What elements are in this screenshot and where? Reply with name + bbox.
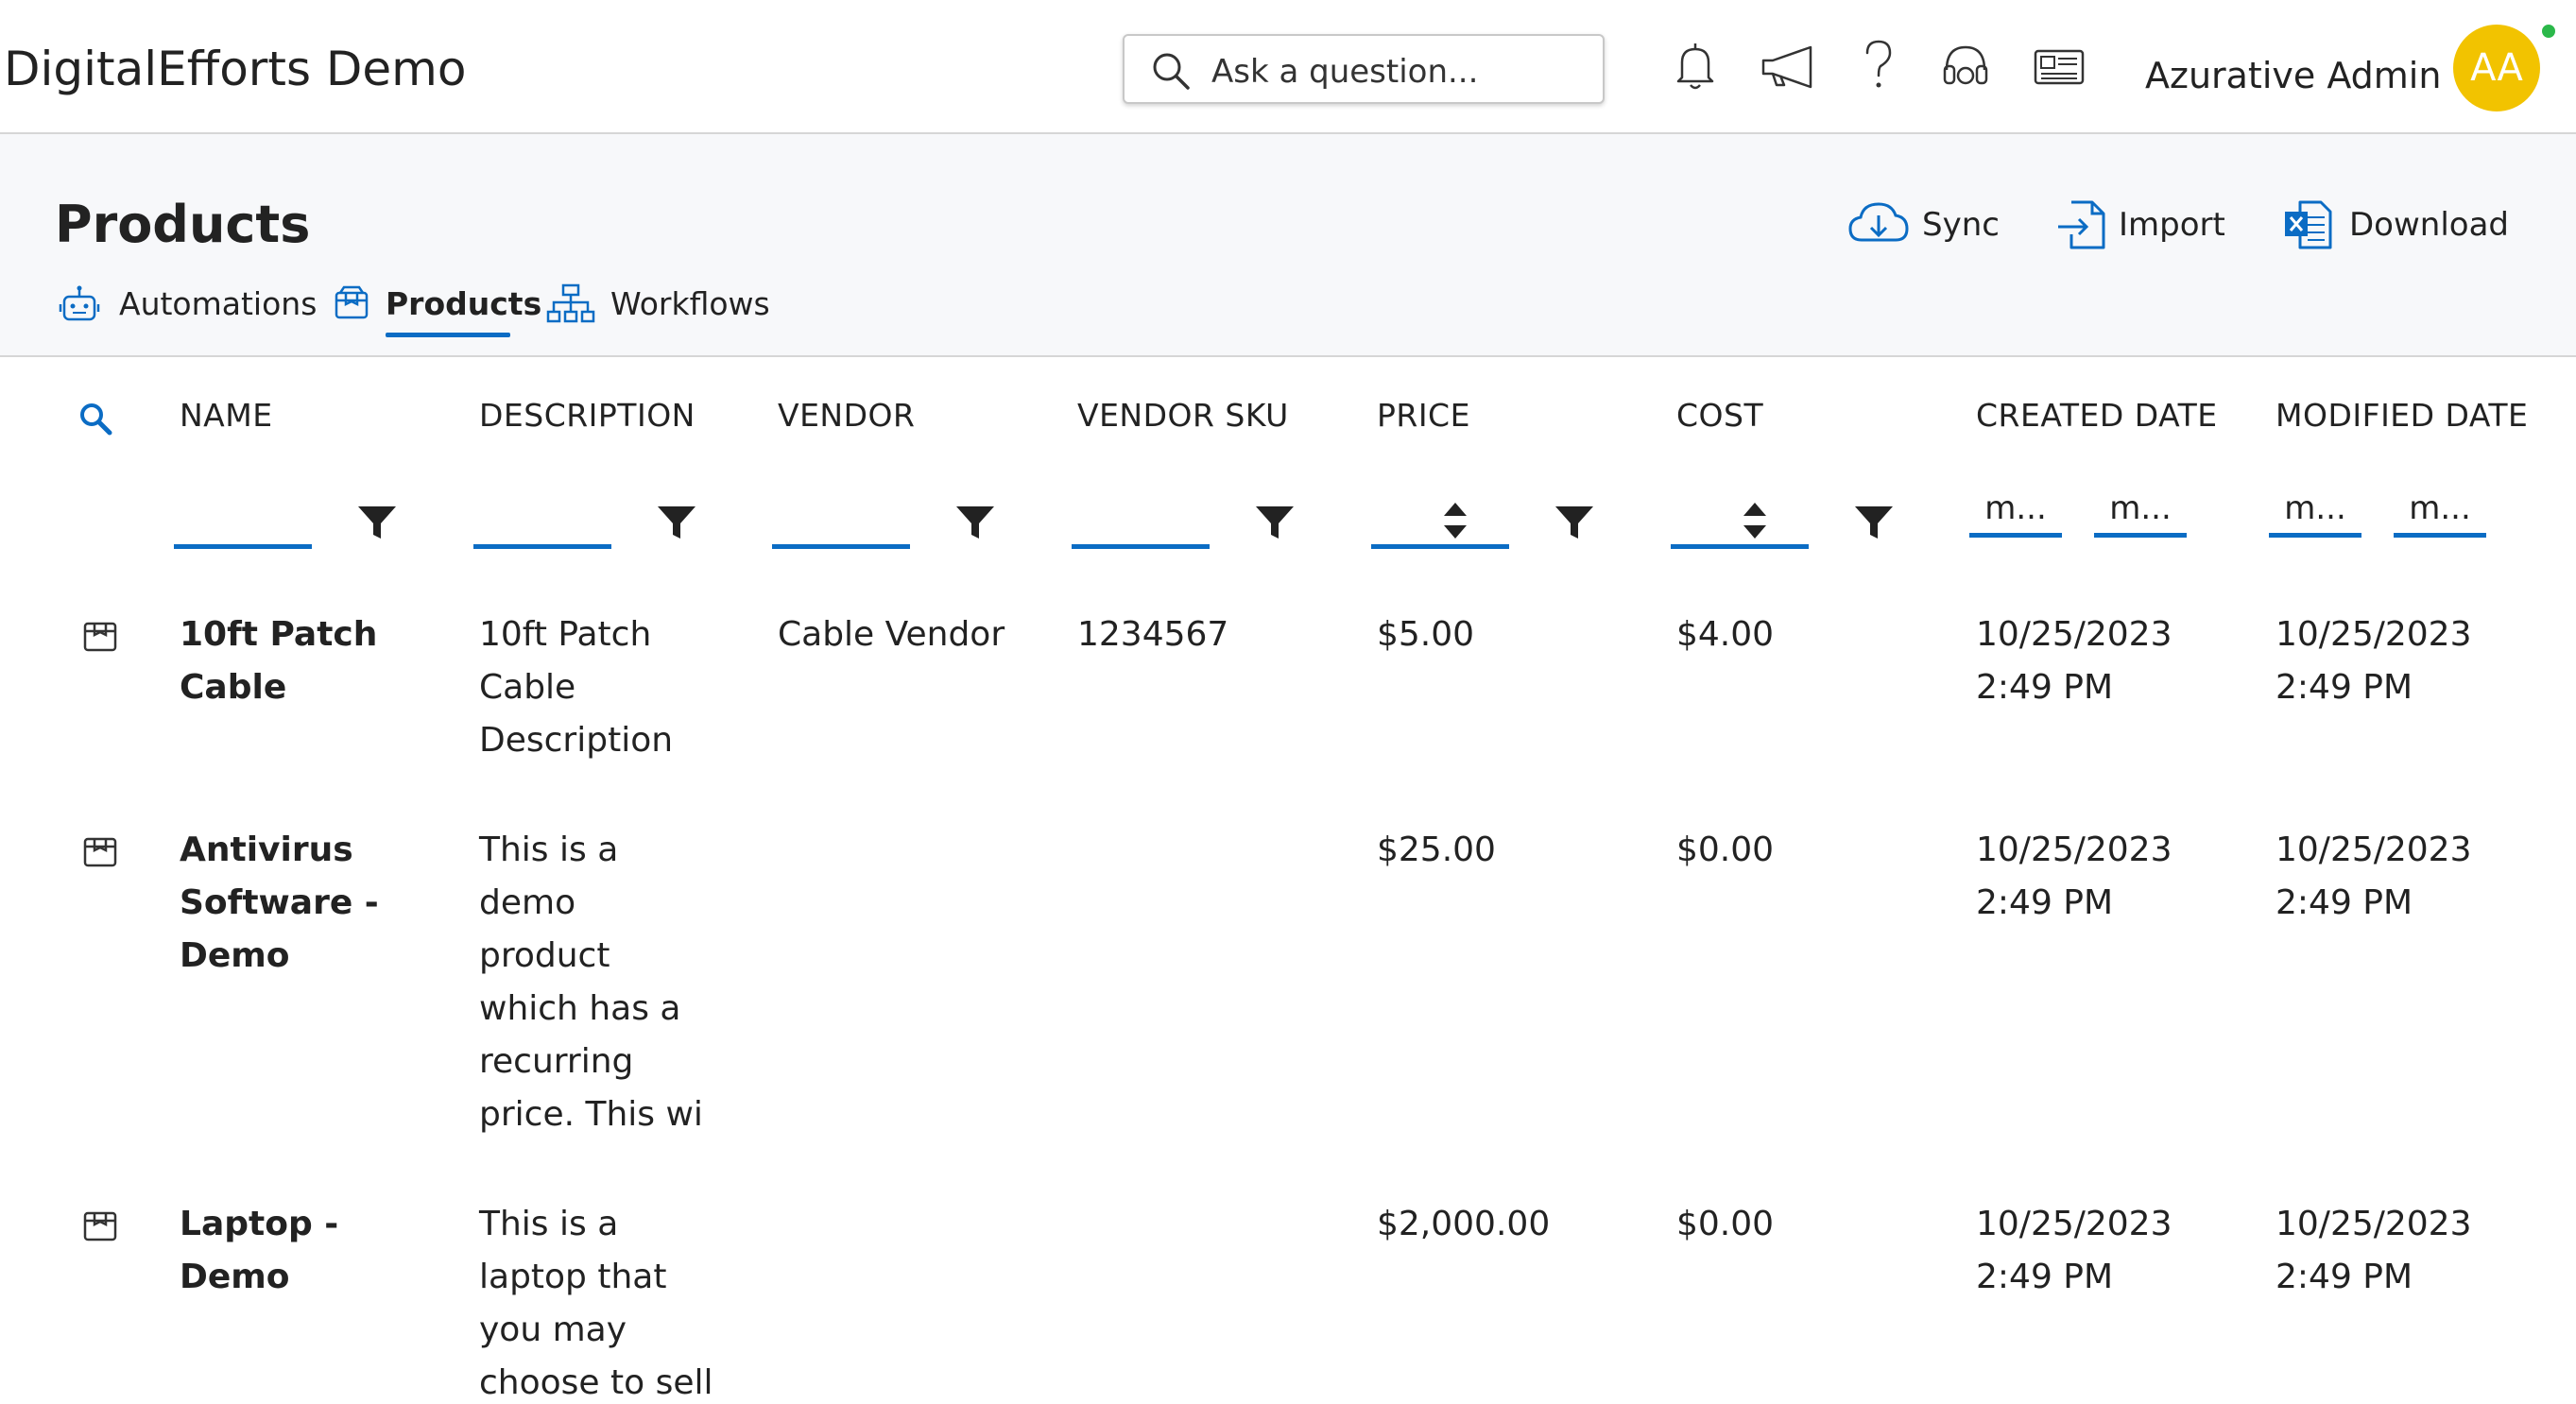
column-header-vendor-sku[interactable]: VENDOR SKU (1077, 397, 1289, 434)
product-icon (83, 622, 117, 652)
tab-workflows[interactable]: Workflows (546, 280, 770, 336)
column-header-description[interactable]: DESCRIPTION (479, 397, 696, 434)
product-description: 10ft Patch Cable Description (479, 615, 674, 760)
tab-products[interactable]: Products (333, 280, 541, 337)
filter-icon[interactable] (1253, 501, 1297, 544)
news-icon[interactable] (2030, 38, 2087, 94)
column-header-cost[interactable]: COST (1676, 397, 1763, 434)
filter-icon[interactable] (1852, 501, 1896, 544)
sync-button[interactable]: Sync (1848, 197, 2000, 253)
presence-indicator (2540, 23, 2557, 40)
name-filter-input[interactable] (174, 544, 312, 549)
products-grid: NAME DESCRIPTION VENDOR VENDOR SKU PRICE… (0, 359, 2576, 1404)
product-modified-date: 10/25/2023 2:49 PM (2275, 615, 2472, 707)
product-name[interactable]: 10ft Patch Cable (180, 608, 377, 714)
product-icon (83, 837, 117, 867)
active-tab-indicator (386, 333, 510, 337)
description-filter-input[interactable] (473, 544, 611, 549)
tab-label: Products (386, 285, 542, 322)
product-vendor: Cable Vendor (778, 615, 1005, 654)
app-title: DigitalEfforts Demo (4, 42, 467, 96)
product-name[interactable]: Antivirus Software - Demo (180, 824, 379, 983)
product-description: This is a laptop that you may choose to … (479, 1205, 713, 1402)
product-price: $5.00 (1377, 615, 1475, 654)
download-button[interactable]: Download (2283, 197, 2510, 253)
import-icon (2058, 200, 2105, 249)
vendor-filter-input[interactable] (772, 544, 910, 549)
top-bar: DigitalEfforts Demo Ask a question... Az… (0, 0, 2576, 134)
help-icon[interactable] (1858, 38, 1899, 94)
download-label: Download (2349, 206, 2510, 244)
date-filter-placeholder: m... (2109, 489, 2172, 527)
page-header: Products Sync Import Download Automation… (0, 134, 2576, 357)
product-price: $25.00 (1377, 830, 1496, 869)
product-description: This is a demo product which has a recur… (479, 830, 703, 1134)
filter-icon[interactable] (1553, 501, 1596, 544)
sync-label: Sync (1922, 206, 2000, 244)
robot-icon (59, 285, 100, 321)
search-placeholder: Ask a question... (1211, 53, 1479, 91)
date-filter-placeholder: m... (2409, 489, 2471, 527)
date-filter-placeholder: m... (1984, 489, 2047, 527)
filter-icon[interactable] (953, 501, 997, 544)
workflow-icon (546, 283, 595, 323)
product-cost: $0.00 (1676, 1205, 1775, 1243)
tab-automations[interactable]: Automations (59, 280, 317, 336)
modified-date-from-filter[interactable]: m... (2269, 484, 2361, 539)
grid-search-icon[interactable] (77, 401, 113, 437)
spinner-icon[interactable] (1438, 497, 1472, 546)
created-date-from-filter[interactable]: m... (1969, 484, 2062, 539)
product-box-icon (335, 285, 369, 319)
import-button[interactable]: Import (2056, 197, 2226, 253)
created-date-to-filter[interactable]: m... (2094, 484, 2187, 539)
product-created-date: 10/25/2023 2:49 PM (1976, 1205, 2172, 1296)
import-label: Import (2119, 206, 2225, 244)
product-created-date: 10/25/2023 2:49 PM (1976, 615, 2172, 707)
column-header-modified-date[interactable]: MODIFIED DATE (2275, 397, 2528, 434)
product-name[interactable]: Laptop - Demo (180, 1198, 338, 1304)
user-name[interactable]: Azurative Admin (2145, 55, 2441, 96)
filter-icon[interactable] (655, 501, 698, 544)
spinner-icon[interactable] (1738, 497, 1772, 546)
product-modified-date: 10/25/2023 2:49 PM (2275, 830, 2472, 922)
tab-label: Workflows (610, 285, 770, 322)
modified-date-to-filter[interactable]: m... (2394, 484, 2486, 539)
bell-icon[interactable] (1669, 38, 1722, 94)
product-modified-date: 10/25/2023 2:49 PM (2275, 1205, 2472, 1296)
megaphone-icon[interactable] (1760, 38, 1818, 94)
product-icon (83, 1211, 117, 1241)
column-header-vendor[interactable]: VENDOR (778, 397, 915, 434)
avatar[interactable]: AA (2453, 25, 2540, 111)
search-box[interactable]: Ask a question... (1123, 34, 1605, 104)
headset-icon[interactable] (1939, 38, 1992, 94)
column-header-created-date[interactable]: CREATED DATE (1976, 397, 2218, 434)
product-price: $2,000.00 (1377, 1205, 1551, 1243)
filter-icon[interactable] (355, 501, 399, 544)
product-cost: $4.00 (1676, 615, 1775, 654)
product-vendor-sku: 1234567 (1077, 615, 1229, 654)
column-header-name[interactable]: NAME (180, 397, 273, 434)
excel-download-icon (2285, 200, 2332, 249)
tab-label: Automations (119, 285, 318, 322)
column-header-price[interactable]: PRICE (1377, 397, 1470, 434)
product-cost: $0.00 (1676, 830, 1775, 869)
date-filter-placeholder: m... (2284, 489, 2346, 527)
vendor-sku-filter-input[interactable] (1072, 544, 1210, 549)
search-icon (1153, 53, 1190, 90)
cloud-sync-icon (1848, 202, 1909, 242)
page-title: Products (55, 195, 311, 254)
product-created-date: 10/25/2023 2:49 PM (1976, 830, 2172, 922)
